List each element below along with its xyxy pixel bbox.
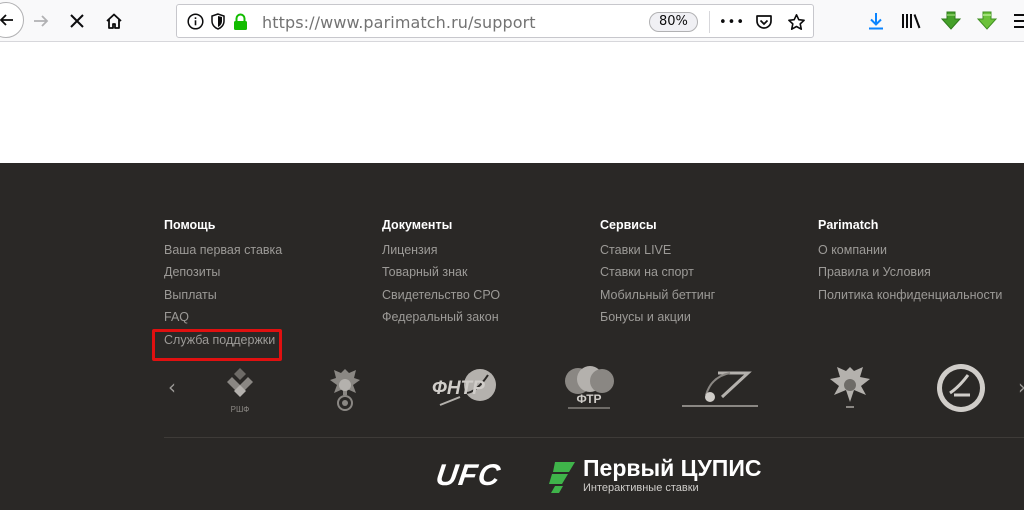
footer-link-faq[interactable]: FAQ (164, 306, 282, 328)
rhf-logo[interactable]: РШФ (222, 365, 258, 415)
menu-icon[interactable] (1010, 9, 1024, 33)
forward-button[interactable] (26, 6, 56, 36)
url-text[interactable]: https://www.parimatch.ru/support (262, 13, 536, 32)
url-separator (709, 11, 710, 33)
footer-link-about[interactable]: О компании (818, 239, 1002, 261)
support-link-highlight (152, 329, 282, 361)
home-button[interactable] (99, 6, 129, 36)
browser-toolbar: https://www.parimatch.ru/support 80% ••• (0, 0, 1024, 42)
ufc-logo[interactable]: UFC (434, 459, 503, 493)
footer-link-license[interactable]: Лицензия (382, 239, 500, 261)
footer-link-payouts[interactable]: Выплаты (164, 284, 282, 306)
home-icon (106, 13, 122, 29)
russian-football-union-logo[interactable] (325, 363, 365, 413)
cupis-logo-icon (549, 460, 579, 499)
ftr-logo[interactable]: ФТР (560, 363, 618, 413)
footer-link-sro-certificate[interactable]: Свидетельство СРО (382, 284, 500, 306)
footer-link-first-bet[interactable]: Ваша первая ставка (164, 239, 282, 261)
hockey-federation-logo[interactable] (934, 361, 988, 415)
site-footer: Помощь Ваша первая ставка Депозиты Выпла… (0, 163, 1024, 510)
footer-column-title: Помощь (164, 218, 216, 232)
cupis-logo-tagline: Интерактивные ставки (583, 482, 699, 494)
footer-column-services: Сервисы Ставки LIVE Ставки на спорт Моби… (600, 217, 715, 329)
footer-link-bonuses[interactable]: Бонусы и акции (600, 306, 715, 328)
back-button[interactable] (0, 2, 24, 38)
zoom-level-button[interactable]: 80% (649, 12, 698, 32)
rhf-logo-text: РШФ (231, 405, 250, 414)
footer-link-terms[interactable]: Правила и Условия (818, 261, 1002, 283)
info-icon[interactable] (187, 13, 204, 35)
url-scheme: https:// (262, 13, 321, 32)
ministry-of-sport-logo[interactable] (824, 363, 876, 413)
footer-link-mobile-betting[interactable]: Мобильный беттинг (600, 284, 715, 306)
forward-arrow-icon (34, 15, 49, 27)
address-bar[interactable]: https://www.parimatch.ru/support 80% ••• (176, 4, 814, 38)
footer-column-title: Parimatch (818, 218, 879, 232)
footer-link-sport-bets[interactable]: Ставки на спорт (600, 261, 715, 283)
footer-link-trademark[interactable]: Товарный знак (382, 261, 500, 283)
shield-icon[interactable] (210, 13, 226, 35)
page-content-area (0, 43, 1024, 163)
extension-download-icon-2[interactable] (975, 9, 999, 33)
url-host: www.parimatch.ru (320, 13, 469, 32)
footer-link-deposits[interactable]: Депозиты (164, 261, 282, 283)
back-arrow-icon (0, 14, 13, 26)
page-actions-button[interactable]: ••• (719, 12, 744, 32)
url-path: /support (468, 13, 536, 32)
footer-column-parimatch: Parimatch О компании Правила и Условия П… (818, 217, 1002, 306)
carousel-next-button[interactable]: › (1018, 375, 1024, 399)
fntr-logo-text: ФНТР (432, 378, 485, 399)
footer-column-title: Документы (382, 218, 453, 232)
download-icon[interactable] (864, 9, 888, 33)
footer-link-live-bets[interactable]: Ставки LIVE (600, 239, 715, 261)
footer-column-title: Сервисы (600, 218, 657, 232)
fntr-tennis-logo[interactable]: ФНТР (430, 363, 500, 411)
ftr-logo-text: ФТР (576, 392, 601, 406)
extension-download-icon[interactable] (939, 9, 963, 33)
lock-icon[interactable] (233, 13, 248, 36)
footer-link-privacy[interactable]: Политика конфиденциальности (818, 284, 1002, 306)
footer-divider (164, 437, 1024, 438)
stop-button[interactable] (62, 6, 92, 36)
library-icon[interactable] (900, 9, 924, 33)
footer-link-federal-law[interactable]: Федеральный закон (382, 306, 500, 328)
carousel-prev-button[interactable]: ‹ (168, 375, 176, 399)
footer-column-documents: Документы Лицензия Товарный знак Свидете… (382, 217, 500, 329)
close-icon (70, 14, 84, 28)
racing-federation-logo[interactable] (678, 365, 760, 411)
pocket-icon[interactable] (754, 12, 774, 32)
cupis-logo-name[interactable]: Первый ЦУПИС (583, 455, 761, 482)
bookmark-star-icon[interactable] (786, 12, 806, 32)
